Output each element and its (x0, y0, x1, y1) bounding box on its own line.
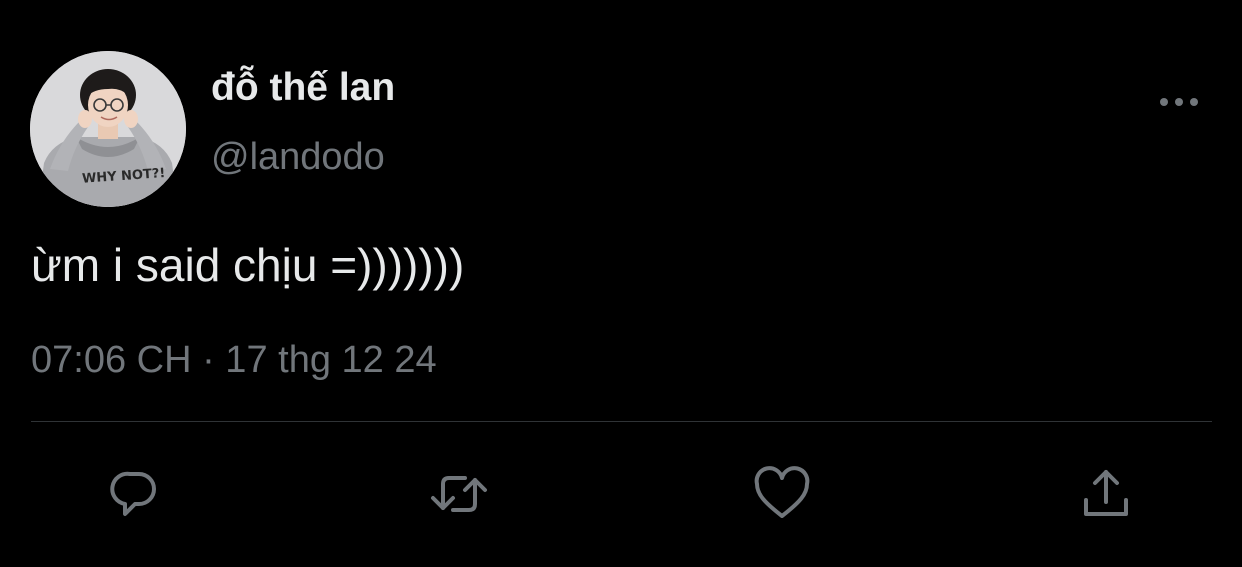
more-options-button[interactable] (1152, 86, 1206, 118)
author-display-name[interactable]: đỗ thế lan (211, 64, 395, 112)
like-button[interactable] (750, 462, 814, 526)
divider (31, 421, 1212, 422)
heart-icon (754, 466, 810, 518)
reply-button[interactable] (103, 462, 167, 526)
reply-icon (110, 471, 156, 516)
more-horizontal-icon (1160, 98, 1198, 106)
tweet-text: ừm i said chịu =))))))) (31, 239, 465, 291)
share-icon (1084, 470, 1128, 516)
avatar[interactable]: WHY NOT?! (30, 51, 186, 207)
tweet-timestamp[interactable]: 07:06 CH · 17 thg 12 24 (31, 336, 437, 384)
avatar-image: WHY NOT?! (30, 51, 186, 207)
author-handle[interactable]: @landodo (211, 134, 385, 180)
share-button[interactable] (1074, 462, 1138, 526)
retweet-icon (431, 476, 487, 512)
retweet-button[interactable] (427, 462, 491, 526)
